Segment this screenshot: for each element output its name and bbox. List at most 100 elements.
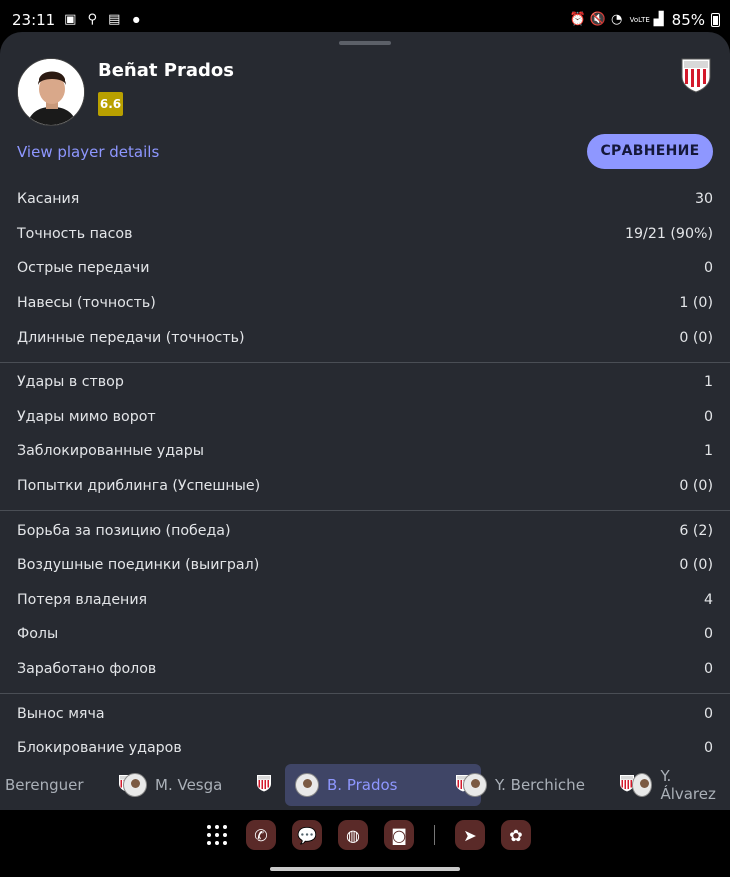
player-tab[interactable]: Y. Álvarez: [622, 764, 730, 806]
stat-value: 1: [703, 443, 713, 460]
document-icon: ▤: [108, 12, 121, 27]
stat-value: 1 (0): [679, 295, 713, 312]
stat-row: Вынос мяча 0: [0, 696, 730, 731]
stat-value: 0: [703, 408, 713, 425]
home-indicator[interactable]: [270, 867, 460, 871]
player-sheet: Beñat Prados 6.6 View player details СРА…: [0, 32, 730, 810]
phone-icon[interactable]: ✆: [246, 820, 276, 850]
club-crest-icon: [680, 57, 712, 93]
rating-badge: 6.6: [98, 92, 123, 116]
status-time: 23:11: [12, 11, 56, 29]
volte-icon: VoLTE: [629, 15, 650, 24]
stat-row: Навесы (точность) 1 (0): [0, 286, 730, 321]
stat-label: Борьба за позицию (победа): [17, 522, 231, 539]
player-photo-icon: [18, 59, 84, 125]
tab-avatar: [463, 773, 487, 797]
stat-value: 0: [703, 260, 713, 277]
stat-group: Вынос мяча 0 Блокирование ударов 0: [0, 694, 730, 772]
player-tab-label: Berenguer: [5, 776, 84, 794]
stat-value: 0 (0): [679, 329, 713, 346]
stat-value: 0: [703, 705, 713, 722]
stat-row: Длинные передачи (точность) 0 (0): [0, 320, 730, 355]
player-tab-label: M. Vesga: [155, 776, 223, 794]
stat-label: Удары в створ: [17, 374, 124, 391]
dock-divider: [434, 825, 435, 845]
stat-row: Точность пасов 19/21 (90%): [0, 217, 730, 252]
flower-icon[interactable]: ✿: [501, 820, 531, 850]
stat-group: Удары в створ 1 Удары мимо ворот 0 Заблокиро…: [0, 363, 730, 512]
wifi-icon: ◔: [610, 12, 623, 27]
battery-icon: [711, 13, 720, 27]
navigation-bar: ✆ 💬 ◍ ◙ ➤ ✿: [0, 810, 730, 877]
stat-label: Блокирование ударов: [17, 740, 182, 757]
player-tab[interactable]: B. Prados: [285, 764, 482, 806]
stat-group: Касания 30 Точность пасов 19/21 (90%) Острые…: [0, 180, 730, 363]
tab-avatar: [632, 773, 653, 797]
status-right: ⏰ 🔇 ◔ VoLTE ▟ 85%: [570, 11, 720, 29]
stat-label: Удары мимо ворот: [17, 408, 156, 425]
stat-label: Попытки дриблинга (Успешные): [17, 478, 261, 495]
stat-label: Фолы: [17, 626, 59, 643]
stat-row: Воздушные поединки (выиграл) 0 (0): [0, 548, 730, 583]
stat-value: 19/21 (90%): [625, 225, 713, 242]
stat-value: 30: [694, 191, 713, 208]
camera-icon[interactable]: ◙: [384, 820, 414, 850]
status-left: 23:11 ▣ ⚲ ▤ ●: [12, 11, 143, 29]
club-crest-icon: [256, 774, 272, 796]
view-player-details-link[interactable]: View player details: [17, 143, 159, 161]
stat-label: Воздушные поединки (выиграл): [17, 557, 260, 574]
player-tab-label: Y. Álvarez: [660, 767, 716, 803]
stat-label: Заработано фолов: [17, 661, 157, 678]
compare-button[interactable]: СРАВНЕНИЕ: [587, 134, 713, 169]
app-dock: ✆ 💬 ◍ ◙ ➤ ✿: [204, 820, 531, 850]
stat-label: Вынос мяча: [17, 705, 105, 722]
telegram-icon[interactable]: ➤: [455, 820, 485, 850]
stat-row: Потеря владения 4: [0, 583, 730, 618]
mute-icon: 🔇: [589, 12, 606, 27]
stat-row: Борьба за позицию (победа) 6 (2): [0, 513, 730, 548]
messages-icon[interactable]: 💬: [292, 820, 322, 850]
stat-label: Потеря владения: [17, 591, 148, 608]
stat-value: 4: [703, 591, 713, 608]
alarm-icon: ⏰: [569, 12, 586, 27]
stat-label: Длинные передачи (точность): [17, 329, 245, 346]
stat-value: 0: [703, 740, 713, 757]
stat-row: Заработано фолов 0: [0, 652, 730, 687]
stat-label: Заблокированные удары: [17, 443, 204, 460]
stat-row: Попытки дриблинга (Успешные) 0 (0): [0, 469, 730, 504]
stat-value: 1: [703, 374, 713, 391]
stat-row: Блокирование ударов 0: [0, 731, 730, 766]
stat-value: 0: [703, 661, 713, 678]
sheet-drag-handle[interactable]: [339, 41, 391, 45]
walk-icon: ⚲: [87, 12, 97, 27]
app-drawer-icon[interactable]: [204, 822, 230, 848]
stat-row: Острые передачи 0: [0, 251, 730, 286]
stat-group: Борьба за позицию (победа) 6 (2) Воздушные…: [0, 511, 730, 695]
stat-row: Касания 30: [0, 182, 730, 217]
player-avatar: [17, 58, 85, 126]
browser-icon[interactable]: ◍: [338, 820, 368, 850]
player-tab[interactable]: M. Vesga: [113, 764, 282, 806]
stat-row: Удары мимо ворот 0: [0, 400, 730, 435]
stats-list: Касания 30 Точность пасов 19/21 (90%) Острые…: [0, 180, 730, 773]
stat-label: Острые передачи: [17, 260, 150, 277]
tab-avatar: [123, 773, 147, 797]
stat-value: 0 (0): [679, 557, 713, 574]
dot-icon: ●: [132, 15, 140, 24]
stat-row: Фолы 0: [0, 617, 730, 652]
player-tab-label: Y. Berchiche: [495, 776, 585, 794]
stat-value: 0: [703, 626, 713, 643]
battery-percent: 85%: [671, 11, 705, 29]
signal-icon: ▟: [653, 12, 664, 27]
tab-avatar: [295, 773, 319, 797]
player-name: Beñat Prados: [98, 60, 234, 81]
stat-value: 6 (2): [679, 522, 713, 539]
stat-row: Заблокированные удары 1: [0, 434, 730, 469]
image-icon: ▣: [64, 12, 77, 27]
stat-row: Удары в створ 1: [0, 365, 730, 400]
player-tab[interactable]: Y. Berchiche: [453, 764, 645, 806]
stat-label: Точность пасов: [17, 225, 133, 242]
player-tabs: Berenguer M. Vesga B. Prados Y. Berchiche Y.…: [0, 762, 730, 810]
stat-value: 0 (0): [679, 478, 713, 495]
stat-label: Касания: [17, 191, 80, 208]
